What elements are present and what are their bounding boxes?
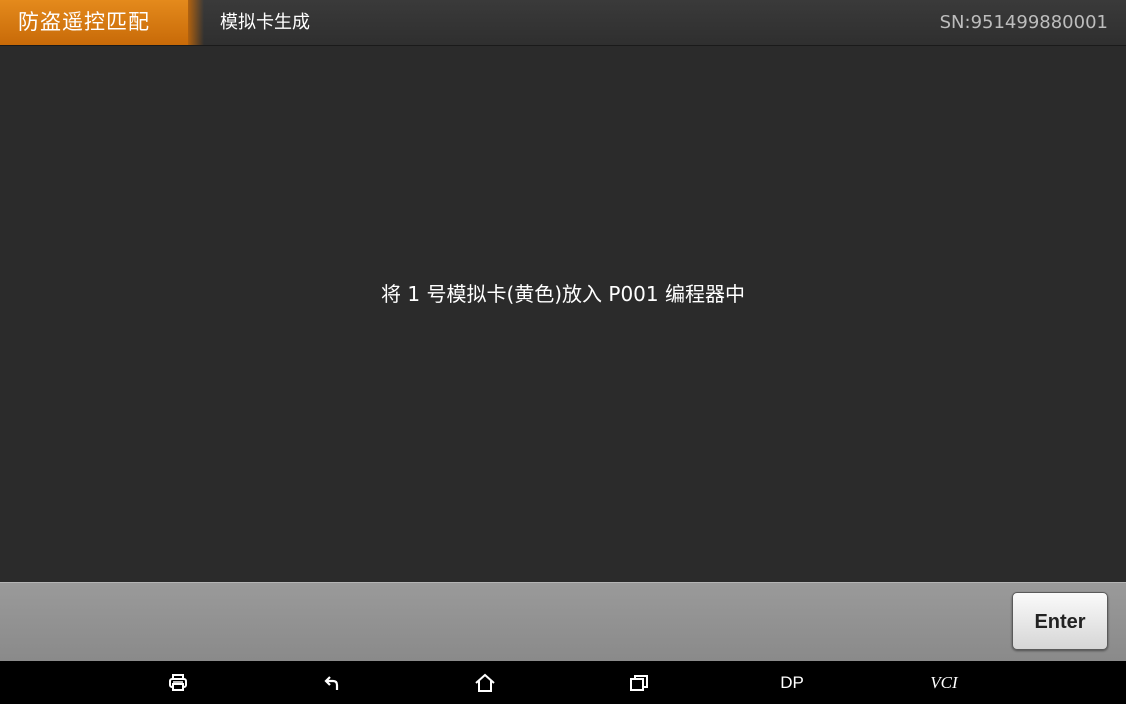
dp-button[interactable]: DP: [762, 661, 822, 704]
main-content: 将 1 号模拟卡(黄色)放入 P001 编程器中: [0, 46, 1126, 582]
home-icon: [474, 673, 496, 693]
print-button[interactable]: [148, 661, 208, 704]
back-button[interactable]: [302, 661, 362, 704]
recent-apps-icon: [629, 674, 649, 692]
print-icon: [168, 673, 188, 692]
home-button[interactable]: [455, 661, 515, 704]
vci-label: VCI: [930, 672, 958, 692]
title-bar: 防盗遥控匹配 模拟卡生成 SN:951499880001: [0, 0, 1126, 46]
system-nav-bar: DP VCI: [0, 661, 1126, 704]
action-bar: Enter: [0, 582, 1126, 661]
app-window: 防盗遥控匹配 模拟卡生成 SN:951499880001 将 1 号模拟卡(黄色…: [0, 0, 1126, 704]
vci-button[interactable]: VCI: [914, 661, 974, 704]
module-tab[interactable]: 防盗遥控匹配: [0, 0, 204, 45]
instruction-text: 将 1 号模拟卡(黄色)放入 P001 编程器中: [381, 282, 745, 306]
recent-apps-button[interactable]: [609, 661, 669, 704]
back-icon: [324, 674, 340, 692]
serial-number: SN:951499880001: [939, 12, 1108, 33]
enter-button[interactable]: Enter: [1012, 592, 1108, 650]
page-title: 模拟卡生成: [220, 12, 310, 33]
dp-label: DP: [780, 672, 804, 692]
